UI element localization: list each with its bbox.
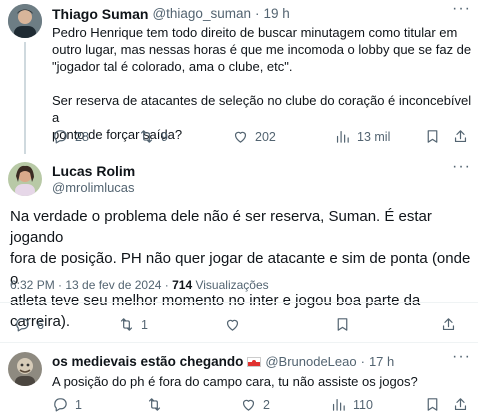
- display-name[interactable]: Thiago Suman: [52, 6, 148, 22]
- reply-button[interactable]: 6: [14, 316, 44, 333]
- reply-count: 28: [75, 129, 89, 144]
- reply-count: 6: [37, 317, 44, 332]
- tweet2-text: Na verdade o problema dele não é ser res…: [10, 206, 472, 332]
- like-icon: [226, 319, 239, 331]
- views-icon: [336, 130, 349, 143]
- like-button[interactable]: [224, 316, 241, 333]
- retweet-button[interactable]: [146, 396, 163, 413]
- share-icon: [454, 130, 467, 143]
- reply-button[interactable]: 1: [52, 396, 82, 413]
- like-count: 202: [255, 129, 276, 144]
- tweet1-line: Pedro Henrique tem todo direito de busca…: [52, 25, 458, 40]
- reply-count: 1: [75, 397, 82, 412]
- views-count: 110: [353, 397, 373, 412]
- tweet2-handle[interactable]: @mrolimlucas: [52, 180, 135, 195]
- reply-icon: [54, 130, 67, 144]
- like-icon: [242, 399, 255, 411]
- views-number: 714: [172, 278, 193, 292]
- divider: [0, 302, 478, 303]
- avatar-thiago[interactable]: [8, 4, 42, 38]
- like-button[interactable]: 2: [240, 396, 270, 413]
- tweet2-line: Na verdade o problema dele não é ser res…: [10, 208, 432, 246]
- bookmark-button[interactable]: [334, 316, 351, 333]
- bookmark-icon: [337, 318, 348, 331]
- tweet1-header: Thiago Suman @thiago_suman · 19 h: [52, 6, 290, 22]
- divider: [0, 342, 478, 343]
- share-button[interactable]: [452, 396, 469, 413]
- retweet-icon: [140, 130, 153, 143]
- more-icon[interactable]: ···: [452, 158, 471, 176]
- timestamp[interactable]: 17 h: [369, 354, 394, 369]
- bookmark-icon: [427, 130, 438, 143]
- share-icon: [454, 398, 467, 411]
- separator: ·: [360, 354, 365, 369]
- emoji-flag-icon: [247, 356, 262, 367]
- avatar-lucas[interactable]: [8, 162, 42, 196]
- timestamp[interactable]: 19 h: [263, 6, 289, 22]
- views-label: Visualizações: [192, 278, 269, 292]
- like-button[interactable]: 202: [232, 128, 276, 145]
- retweet-count: 1: [141, 317, 148, 332]
- bookmark-button[interactable]: [424, 128, 441, 145]
- more-icon[interactable]: ···: [452, 0, 471, 18]
- handle[interactable]: @BrunodeLeao: [265, 354, 356, 369]
- thread-line: [24, 42, 26, 154]
- tweet3-text: A posição do ph é fora do campo cara, tu…: [52, 374, 418, 389]
- views-icon: [332, 398, 345, 411]
- retweet-button[interactable]: 9: [138, 128, 168, 145]
- separator: ·: [254, 6, 260, 21]
- views-button[interactable]: 110: [330, 396, 373, 413]
- share-button[interactable]: [440, 316, 457, 333]
- post-timestamp[interactable]: 6:32 PM · 13 de fev de 2024 ·: [10, 278, 172, 292]
- views-button[interactable]: 13 mil: [334, 128, 390, 145]
- tweet1-line: "jogador tal é colorado, ama o clube, et…: [52, 59, 293, 74]
- tweet1-text: Pedro Henrique tem todo direito de busca…: [52, 24, 472, 143]
- reply-icon: [16, 318, 29, 332]
- reply-icon: [54, 398, 67, 412]
- tweet2-line: atleta teve seu melhor momento no inter …: [10, 292, 421, 330]
- tweet3-header: os medievais estão chegando @BrunodeLeao…: [52, 354, 394, 369]
- retweet-button[interactable]: 1: [118, 316, 148, 333]
- more-icon[interactable]: ···: [452, 348, 471, 366]
- handle[interactable]: @thiago_suman: [152, 6, 251, 22]
- avatar-bruno[interactable]: [8, 352, 42, 386]
- tweet2-meta: 6:32 PM · 13 de fev de 2024 · 714 Visual…: [10, 278, 269, 292]
- reply-button[interactable]: 28: [52, 128, 89, 145]
- bookmark-icon: [427, 398, 438, 411]
- views-count: 13 mil: [357, 129, 391, 144]
- tweet1-line: [52, 75, 472, 92]
- display-name[interactable]: os medievais estão chegando: [52, 354, 243, 369]
- like-count: 2: [263, 397, 270, 412]
- tweet1-line: Ser reserva de atacantes de seleção no c…: [52, 93, 472, 125]
- retweet-icon: [120, 318, 133, 331]
- retweet-icon: [148, 398, 161, 411]
- bookmark-button[interactable]: [424, 396, 441, 413]
- tweet2-name[interactable]: Lucas Rolim: [52, 163, 135, 179]
- retweet-count: 9: [161, 129, 168, 144]
- like-icon: [234, 131, 247, 143]
- share-icon: [442, 318, 455, 331]
- tweet1-line: outro lugar, mas nessas horas é que me i…: [52, 42, 472, 57]
- share-button[interactable]: [452, 128, 469, 145]
